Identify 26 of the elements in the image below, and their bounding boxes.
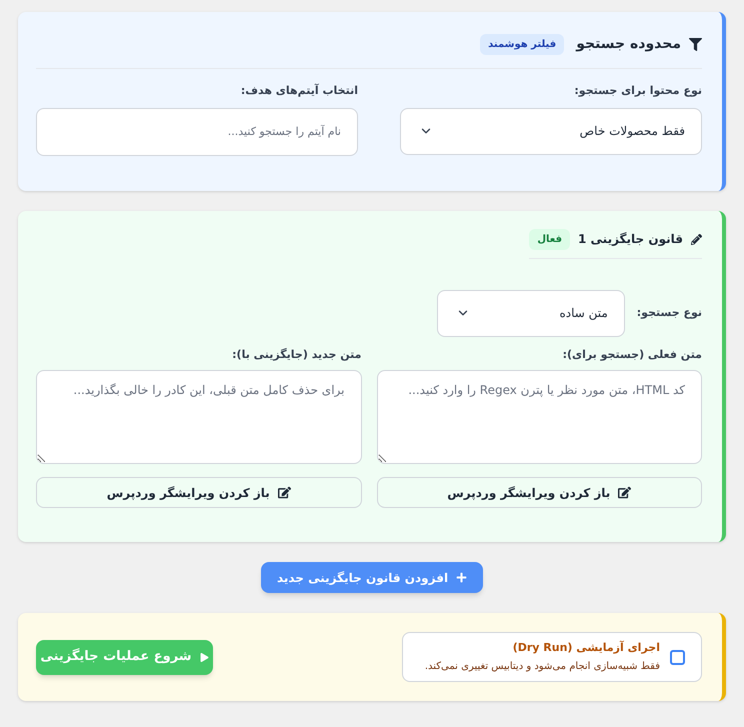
pencil-icon [691, 234, 702, 244]
smart-filter-badge: فیلتر هوشمند [480, 34, 564, 54]
dry-run-title: اجرای آزمایشی (Dry Run) [512, 640, 660, 656]
plus-icon [456, 572, 468, 583]
edit-icon [618, 486, 632, 499]
search-type-select[interactable]: متن ساده [436, 290, 625, 336]
dry-run-description: فقط شبیه‌سازی انجام می‌شود و دیتابیس تغییری نمی‌کند. [424, 660, 660, 674]
edit-icon [278, 486, 291, 499]
field-label: نوع محتوا برای جستجو: [573, 83, 702, 99]
rule-title: قانون جایگزینی 1 [578, 231, 683, 248]
field-label: متن جدید (جایگزینی با): [231, 346, 362, 363]
filter-icon [689, 38, 702, 50]
content-type-select[interactable]: فقط محصولات خاص [400, 108, 702, 154]
dry-run-option[interactable]: اجرای آزمایشی (Dry Run) فقط شبیه‌سازی انجام می‌شود و دیتابیس تغییری نمی‌کند. [402, 632, 702, 682]
section-title: محدوده جستجو [576, 34, 681, 54]
play-icon [200, 652, 209, 662]
replace-text-area[interactable]: برای حذف کامل متن قبلی، این کادر را خالی بگذارید... [36, 370, 362, 464]
open-editor-button[interactable]: باز کردن ویرایشگر وردپرس [36, 477, 362, 508]
field-label: انتخاب آیتم‌های هدف: [240, 83, 358, 99]
item-search-field[interactable]: نام آیتم را جستجو کنید... [36, 108, 358, 156]
field-label: متن فعلی (جستجو برای): [562, 346, 702, 363]
status-badge: فعال [529, 228, 570, 250]
checkbox[interactable] [670, 650, 685, 664]
open-editor-button[interactable]: باز کردن ویرایشگر وردپرس [376, 477, 702, 508]
field-label: نوع جستجو: [636, 304, 702, 321]
find-text-area[interactable]: کد HTML، متن مورد نظر یا پترن Regex را وارد کنید... [376, 370, 702, 464]
